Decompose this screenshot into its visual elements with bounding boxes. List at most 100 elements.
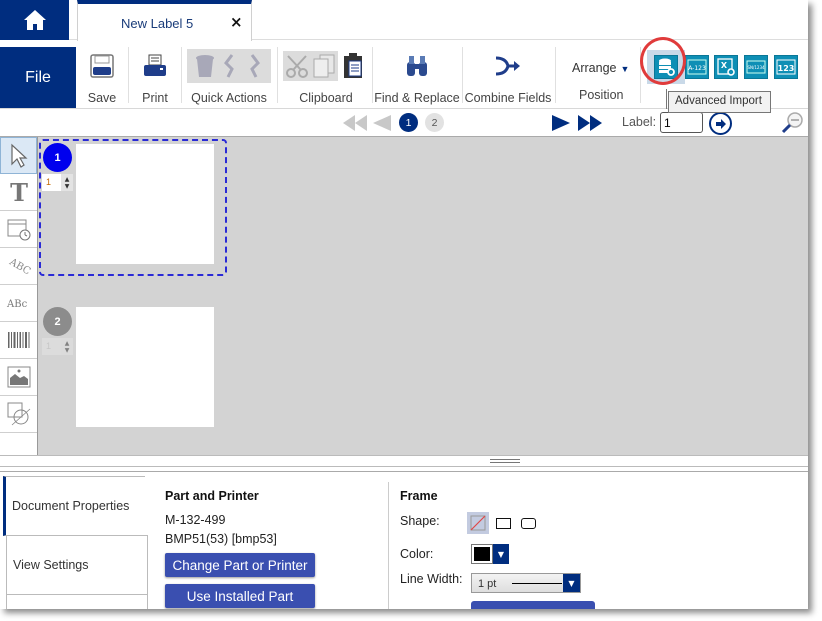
- position-label: Position: [579, 88, 624, 102]
- chevron-up-icon[interactable]: ▲: [65, 340, 70, 347]
- undo-icon[interactable]: [220, 53, 240, 79]
- part-printer-heading: Part and Printer: [165, 489, 259, 503]
- print-button[interactable]: Print: [132, 47, 178, 107]
- serial-import-button[interactable]: SN/1234: [744, 55, 768, 79]
- arrange-label: Arrange: [572, 61, 617, 75]
- barcode-tool[interactable]: [0, 322, 37, 359]
- color-picker[interactable]: ▼: [471, 544, 509, 564]
- object-toolbox: T ABC ABc: [0, 137, 38, 455]
- serial-icon: SN/1234: [746, 60, 766, 74]
- label-number-input[interactable]: [660, 112, 703, 133]
- curved-text-icon: ABC: [6, 256, 32, 277]
- label-quantity-stepper[interactable]: 1 ▲ ▼: [42, 338, 73, 355]
- label-preview[interactable]: [76, 144, 214, 264]
- tooltip: Advanced Import: [668, 91, 771, 113]
- find-replace-label: Find & Replace: [374, 91, 460, 105]
- page-2-button[interactable]: 2: [425, 113, 444, 132]
- tooltip-pointer: [666, 89, 667, 109]
- image-icon: [7, 366, 30, 388]
- select-tool[interactable]: [0, 137, 37, 174]
- calendar-clock-icon: [7, 219, 30, 241]
- svg-text:123: 123: [778, 64, 795, 73]
- redo-icon[interactable]: [244, 53, 264, 79]
- save-button[interactable]: Save: [80, 47, 124, 107]
- next-page-icon[interactable]: [551, 114, 571, 132]
- fit-text-tool[interactable]: ABc: [0, 285, 37, 322]
- shape-rectangle-option[interactable]: [496, 518, 511, 529]
- chevron-down-icon[interactable]: ▼: [65, 347, 70, 354]
- page-1-button[interactable]: 1: [399, 113, 418, 132]
- tab-view-settings[interactable]: View Settings: [6, 535, 148, 595]
- label-number-badge[interactable]: 2: [43, 307, 72, 336]
- save-icon: [90, 54, 114, 78]
- separator: [277, 47, 278, 103]
- divider: [388, 482, 389, 609]
- grip-icon: [490, 459, 520, 463]
- number-import-button[interactable]: 123: [774, 55, 798, 79]
- binoculars-icon: [407, 56, 427, 76]
- combine-fields-button[interactable]: Combine Fields: [464, 47, 552, 107]
- text-tool[interactable]: T: [0, 174, 37, 211]
- change-part-printer-button[interactable]: Change Part or Printer: [165, 553, 315, 577]
- delete-icon[interactable]: [194, 53, 216, 79]
- shape-rounded-rectangle-option[interactable]: [521, 518, 536, 529]
- combine-fields-label: Combine Fields: [464, 91, 552, 105]
- label-preview[interactable]: [76, 307, 214, 427]
- properties-panel: Document Properties View Settings Part a…: [0, 471, 808, 609]
- tab-more[interactable]: [6, 594, 148, 609]
- quantity-value[interactable]: 1: [42, 338, 61, 355]
- color-swatch: [471, 544, 493, 564]
- first-page-icon[interactable]: [342, 114, 368, 132]
- shapes-icon: [7, 402, 30, 426]
- save-label: Save: [87, 91, 117, 105]
- sequence-import-button[interactable]: A-123: [685, 55, 709, 79]
- paste-icon[interactable]: [342, 52, 364, 80]
- line-width-select[interactable]: 1 pt ▼: [471, 573, 581, 593]
- frame-action-button[interactable]: [471, 601, 595, 609]
- caret-down-icon: ▼: [563, 574, 580, 592]
- no-frame-icon: [470, 515, 486, 531]
- abc-text-icon: ABc: [6, 299, 28, 310]
- caret-down-icon: ▼: [620, 64, 630, 74]
- date-time-tool[interactable]: [0, 211, 37, 248]
- design-canvas[interactable]: T ABC ABc 1 1 ▲ ▼ 2 1 ▲ ▼: [0, 137, 808, 455]
- line-width-label: Line Width:: [400, 572, 463, 586]
- line-width-value: 1 pt: [478, 578, 497, 590]
- tab-document-properties[interactable]: Document Properties: [3, 476, 145, 536]
- svg-text:A-123: A-123: [688, 65, 706, 72]
- advanced-import-button[interactable]: [654, 55, 678, 79]
- use-installed-part-button[interactable]: Use Installed Part: [165, 584, 315, 608]
- label-quantity-stepper[interactable]: 1 ▲ ▼: [42, 174, 73, 191]
- arrange-dropdown[interactable]: Arrange ▼: [572, 61, 629, 75]
- database-icon: [659, 58, 675, 76]
- barcode-icon: [7, 332, 29, 348]
- frame-heading: Frame: [400, 489, 438, 503]
- quantity-value[interactable]: 1: [42, 174, 61, 191]
- separator: [555, 47, 556, 103]
- find-replace-button[interactable]: Find & Replace: [374, 47, 460, 107]
- zoom-out-icon[interactable]: [780, 111, 804, 135]
- curved-text-tool[interactable]: ABC: [0, 248, 37, 285]
- label-number-badge[interactable]: 1: [43, 143, 72, 172]
- excel-import-button[interactable]: X: [714, 55, 738, 79]
- chevron-down-icon[interactable]: ▼: [65, 183, 70, 190]
- printer-name: BMP51(53) [bmp53]: [165, 532, 277, 546]
- cut-icon[interactable]: [285, 53, 309, 79]
- shape-none-option[interactable]: [467, 512, 489, 534]
- home-button[interactable]: [0, 0, 69, 40]
- separator: [640, 47, 641, 103]
- prev-page-icon[interactable]: [372, 114, 392, 132]
- color-label: Color:: [400, 547, 434, 561]
- last-page-icon[interactable]: [577, 114, 603, 132]
- panel-splitter[interactable]: [0, 455, 808, 467]
- copy-icon[interactable]: [312, 53, 336, 79]
- document-tab[interactable]: New Label 5 ×: [77, 0, 252, 41]
- close-tab-icon[interactable]: ×: [230, 13, 243, 31]
- caret-down-icon: ▼: [493, 544, 509, 564]
- sequence-icon: A-123: [687, 59, 707, 75]
- chevron-up-icon[interactable]: ▲: [65, 176, 70, 183]
- shape-tool[interactable]: [0, 396, 37, 433]
- image-tool[interactable]: [0, 359, 37, 396]
- go-to-label-button[interactable]: [709, 112, 732, 135]
- file-button[interactable]: File: [0, 47, 76, 108]
